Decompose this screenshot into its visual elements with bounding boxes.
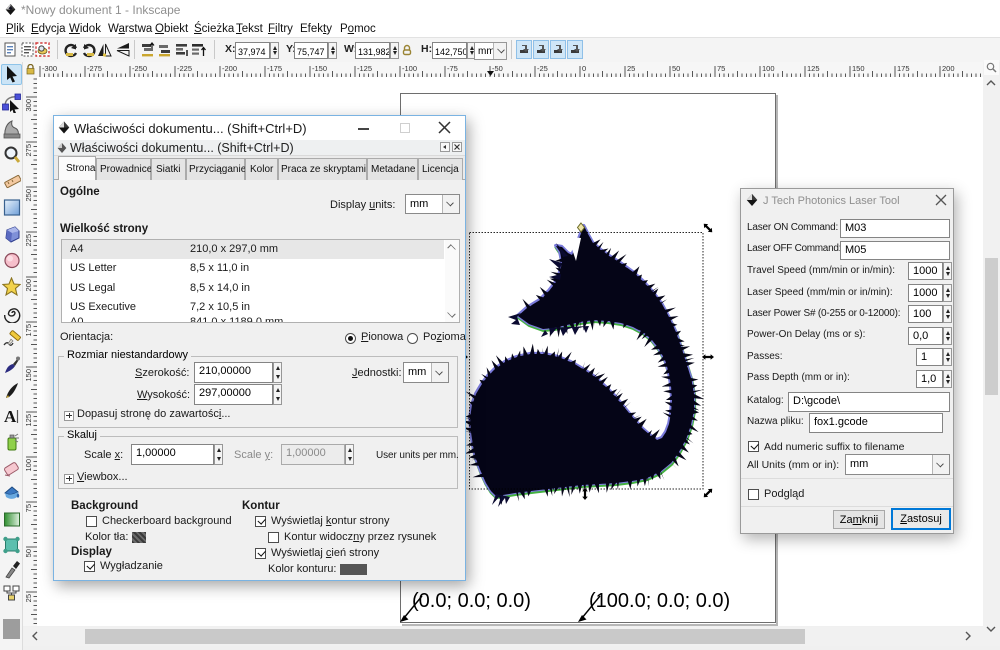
svg-text:125: 125 bbox=[807, 64, 820, 73]
svg-text:-300: -300 bbox=[42, 64, 57, 73]
svg-text:-75: -75 bbox=[447, 64, 458, 73]
svg-text:75: 75 bbox=[717, 64, 725, 73]
svg-text:0: 0 bbox=[582, 64, 586, 73]
svg-text:300: 300 bbox=[24, 99, 33, 112]
svg-text:-150: -150 bbox=[312, 64, 327, 73]
svg-text:100: 100 bbox=[24, 459, 33, 472]
svg-text:175: 175 bbox=[24, 324, 33, 337]
svg-text:-275: -275 bbox=[87, 64, 102, 73]
svg-text:-175: -175 bbox=[267, 64, 282, 73]
svg-text:-25: -25 bbox=[537, 64, 548, 73]
svg-text:-100: -100 bbox=[402, 64, 417, 73]
svg-text:200: 200 bbox=[942, 64, 955, 73]
svg-text:225: 225 bbox=[24, 234, 33, 247]
svg-text:150: 150 bbox=[24, 369, 33, 382]
svg-text:250: 250 bbox=[24, 189, 33, 202]
svg-text:50: 50 bbox=[672, 64, 680, 73]
svg-text:125: 125 bbox=[24, 414, 33, 427]
svg-text:25: 25 bbox=[627, 64, 635, 73]
svg-text:150: 150 bbox=[852, 64, 865, 73]
svg-text:-225: -225 bbox=[177, 64, 192, 73]
svg-text:175: 175 bbox=[897, 64, 910, 73]
svg-text:25: 25 bbox=[24, 594, 33, 602]
svg-text:75: 75 bbox=[24, 504, 33, 512]
svg-text:A: A bbox=[4, 407, 17, 426]
svg-text:-250: -250 bbox=[132, 64, 147, 73]
svg-text:(0.0; 0.0; 0.0): (0.0; 0.0; 0.0) bbox=[412, 590, 531, 612]
svg-text:275: 275 bbox=[24, 144, 33, 157]
svg-text:-50: -50 bbox=[492, 64, 503, 73]
svg-text:-125: -125 bbox=[357, 64, 372, 73]
svg-text:-200: -200 bbox=[222, 64, 237, 73]
svg-text:50: 50 bbox=[24, 549, 33, 557]
svg-text:100: 100 bbox=[762, 64, 775, 73]
svg-text:(100.0; 0.0; 0.0): (100.0; 0.0; 0.0) bbox=[589, 590, 730, 612]
svg-text:200: 200 bbox=[24, 279, 33, 292]
